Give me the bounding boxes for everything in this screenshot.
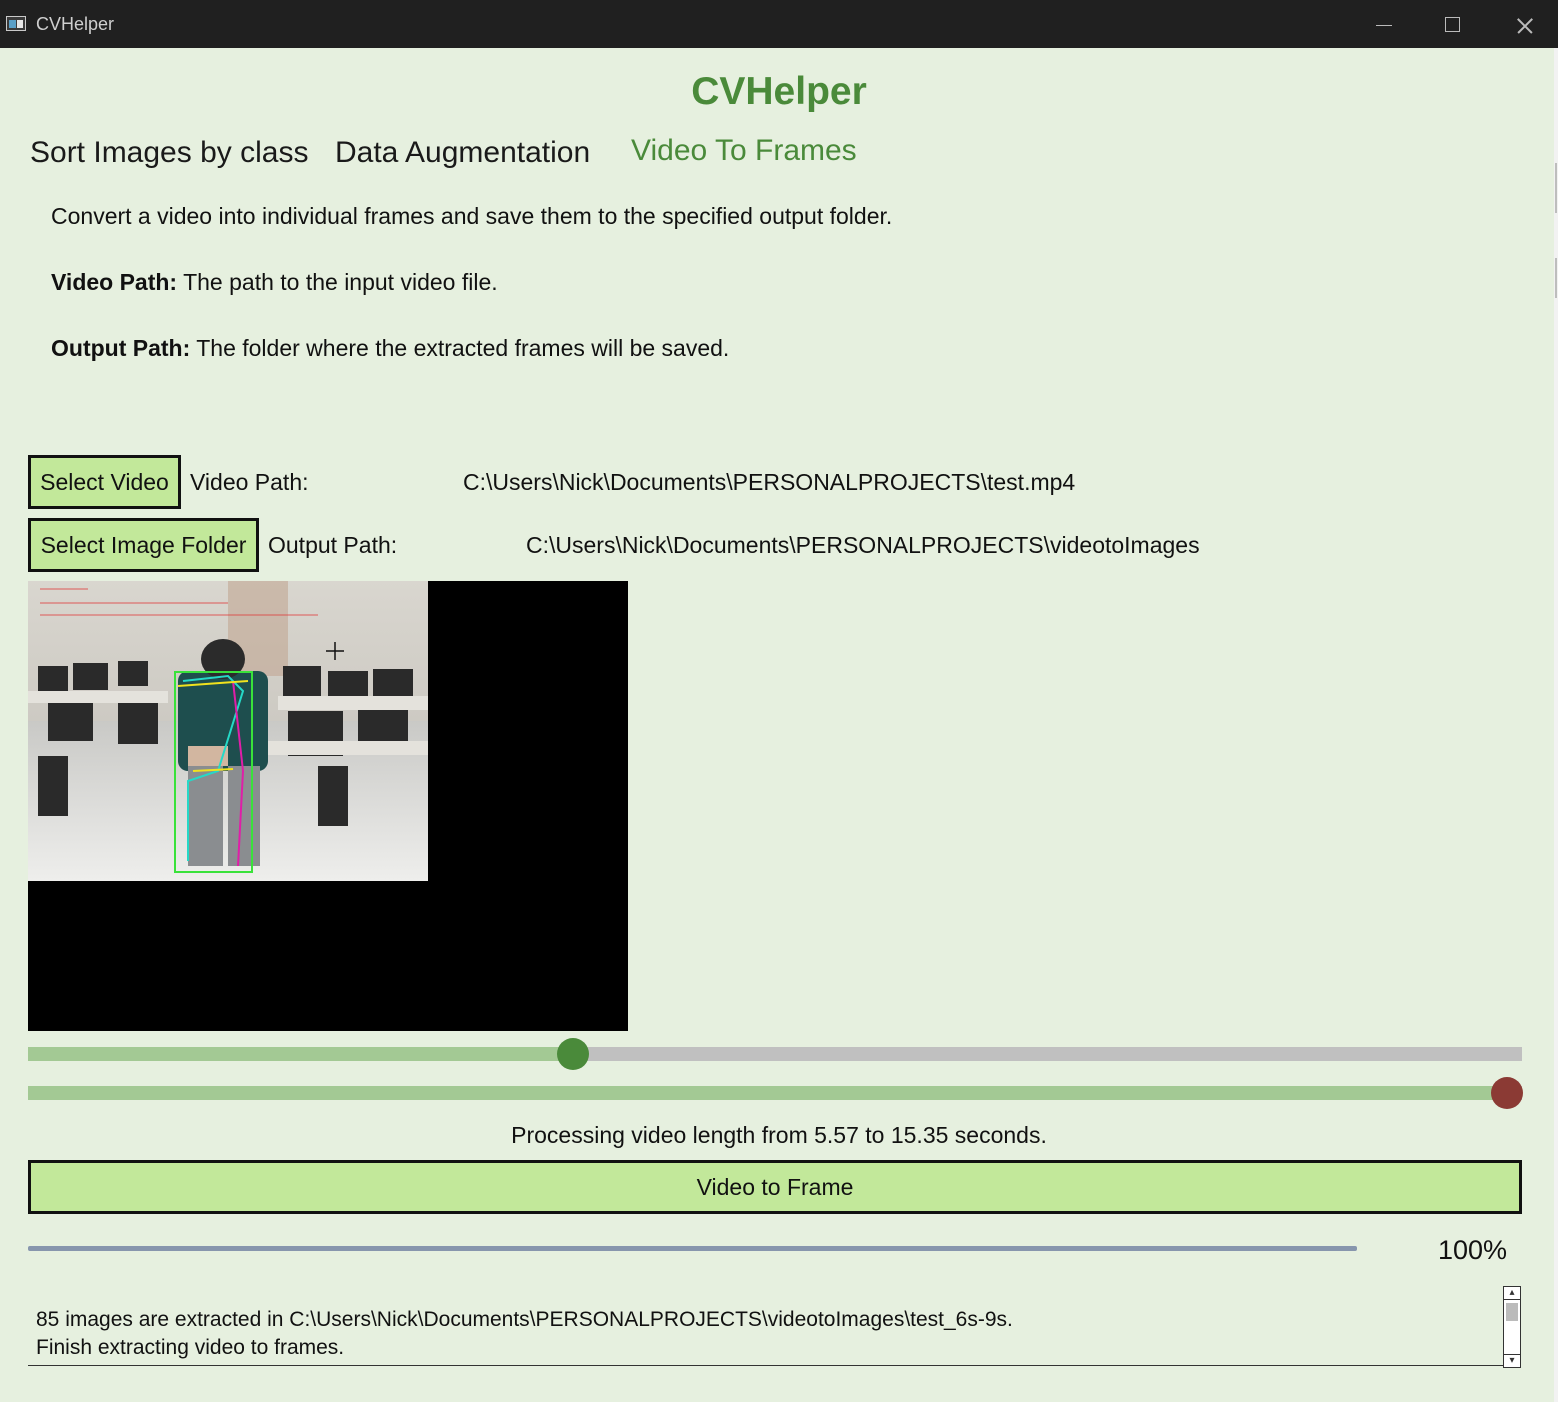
log-line: Finish extracting video to frames. xyxy=(36,1336,345,1359)
app-icon xyxy=(6,16,26,31)
description-intro: Convert a video into individual frames a… xyxy=(51,203,893,229)
scrollbar-thumb[interactable] xyxy=(1506,1303,1518,1321)
end-time-slider-fill xyxy=(28,1086,1508,1100)
description-output-path-term: Output Path: xyxy=(51,335,191,361)
video-path-value: C:\Users\Nick\Documents\PERSONALPROJECTS… xyxy=(463,469,1076,495)
scroll-up-icon[interactable]: ▴ xyxy=(1504,1287,1520,1300)
output-path-label: Output Path: xyxy=(268,532,398,558)
tab-video-to-frames[interactable]: Video To Frames xyxy=(631,134,857,168)
select-video-button[interactable]: Select Video xyxy=(28,455,181,509)
progress-bar-fill xyxy=(28,1246,1357,1251)
log-output[interactable]: 85 images are extracted in C:\Users\Nick… xyxy=(28,1300,1503,1366)
tab-data-augmentation[interactable]: Data Augmentation xyxy=(335,136,590,170)
minimize-icon[interactable] xyxy=(1348,0,1418,48)
app-heading: CVHelper xyxy=(691,70,867,113)
start-time-slider[interactable] xyxy=(28,1038,1522,1070)
processing-status: Processing video length from 5.57 to 15.… xyxy=(511,1122,1047,1148)
tab-sort-images[interactable]: Sort Images by class xyxy=(30,136,308,170)
description-output-path-text: The folder where the extracted frames wi… xyxy=(190,335,730,361)
close-icon[interactable] xyxy=(1488,0,1558,48)
maximize-icon[interactable] xyxy=(1418,0,1488,48)
progress-bar xyxy=(28,1246,1357,1251)
window-edge xyxy=(1554,48,1558,1402)
description-output-path: Output Path: The folder where the extrac… xyxy=(51,335,729,362)
end-time-slider[interactable] xyxy=(28,1077,1524,1109)
window-title: CVHelper xyxy=(36,14,115,34)
start-time-slider-fill xyxy=(28,1047,574,1061)
video-path-label: Video Path: xyxy=(190,469,309,495)
log-scrollbar[interactable]: ▴ ▾ xyxy=(1503,1286,1521,1368)
select-image-folder-button[interactable]: Select Image Folder xyxy=(28,518,259,572)
description-video-path: Video Path: The path to the input video … xyxy=(51,269,498,296)
video-frame-image xyxy=(28,581,428,881)
video-to-frame-button[interactable]: Video to Frame xyxy=(28,1160,1522,1214)
description-video-path-term: Video Path: xyxy=(51,269,178,295)
start-time-slider-thumb[interactable] xyxy=(557,1038,590,1070)
scroll-down-icon[interactable]: ▾ xyxy=(1504,1354,1520,1367)
log-line: 85 images are extracted in C:\Users\Nick… xyxy=(36,1308,1013,1331)
title-bar: CVHelper xyxy=(0,0,1558,48)
video-preview xyxy=(28,581,628,1031)
output-path-value: C:\Users\Nick\Documents\PERSONALPROJECTS… xyxy=(526,532,1200,558)
end-time-slider-thumb[interactable] xyxy=(1491,1077,1524,1109)
description-video-path-text: The path to the input video file. xyxy=(177,269,498,295)
progress-percent: 100% xyxy=(1438,1235,1508,1265)
